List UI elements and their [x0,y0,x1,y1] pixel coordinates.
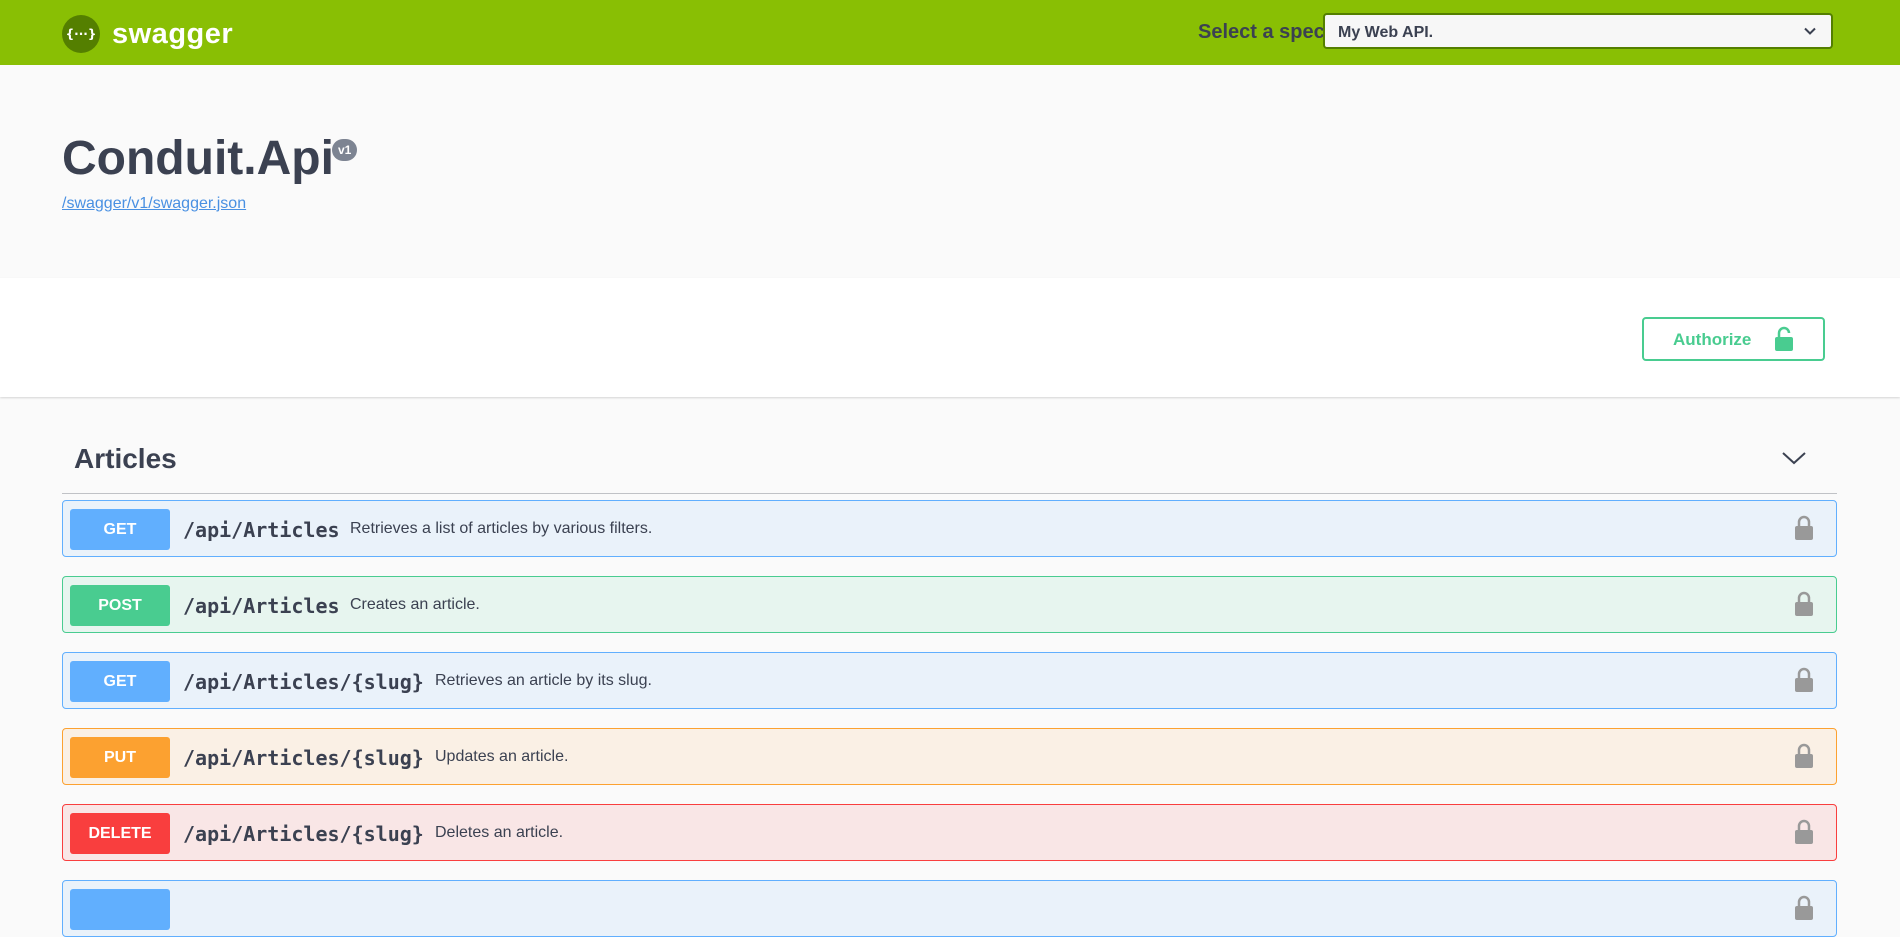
swagger-logo-text: swagger [112,17,234,50]
swagger-logo-icon: {···} [62,15,100,53]
lock-icon[interactable] [1794,667,1814,693]
lock-icon[interactable] [1794,819,1814,845]
operation-path: /api/Articles/{slug} [183,670,424,694]
authorize-label: Authorize [1673,330,1752,349]
operation-summary: Creates an article. [350,596,480,613]
swagger-logo[interactable]: {···} swagger [62,15,233,53]
operation-path: /api/Articles/{slug} [183,746,424,770]
operation-summary: Retrieves a list of articles by various … [350,520,653,537]
method-badge: GET [70,509,170,550]
operation-get-articles[interactable]: GET /api/Articles Retrieves a list of ar… [62,500,1837,557]
lock-icon[interactable] [1794,591,1814,617]
chevron-down-icon[interactable] [1781,445,1807,471]
spec-select-value: My Web API. [1338,24,1434,41]
lock-icon[interactable] [1794,515,1814,541]
version-badge: v1 [332,139,358,161]
chevron-down-icon [1804,27,1816,35]
operation-path: /api/Articles [183,594,340,618]
operation-partial[interactable] [62,880,1837,937]
page-title: Conduit.Api [62,132,334,185]
operation-delete-article-by-slug[interactable]: DELETE /api/Articles/{slug} Deletes an a… [62,804,1837,861]
api-info: Conduit.Api v1 /swagger/v1/swagger.json [0,65,1900,278]
lock-open-icon [1775,326,1793,351]
operation-post-articles[interactable]: POST /api/Articles Creates an article. [62,576,1837,633]
operation-summary: Deletes an article. [435,824,564,841]
topbar: {···} swagger Select a spec My Web API. [0,0,1900,65]
operation-summary: Retrieves an article by its slug. [435,672,652,689]
method-badge: DELETE [70,813,170,854]
spec-url-link[interactable]: /swagger/v1/swagger.json [62,195,246,213]
method-badge: PUT [70,737,170,778]
spec-select-label: Select a spec [1198,21,1325,43]
swagger-logo-symbol: {···} [65,27,97,41]
lock-icon[interactable] [1794,895,1814,921]
method-badge: GET [70,661,170,702]
method-badge [70,889,170,930]
scheme-container: Authorize [0,278,1900,397]
lock-icon[interactable] [1794,743,1814,769]
method-badge: POST [70,585,170,626]
authorize-button[interactable]: Authorize [1642,317,1825,361]
tag-name: Articles [74,443,177,474]
tag-section-header[interactable]: Articles [62,425,1837,494]
operation-get-article-by-slug[interactable]: GET /api/Articles/{slug} Retrieves an ar… [62,652,1837,709]
operation-summary: Updates an article. [435,748,569,765]
operation-path: /api/Articles [183,518,340,542]
spec-select[interactable]: My Web API. [1323,13,1833,49]
operation-path: /api/Articles/{slug} [183,822,424,846]
operation-put-article-by-slug[interactable]: PUT /api/Articles/{slug} Updates an arti… [62,728,1837,785]
